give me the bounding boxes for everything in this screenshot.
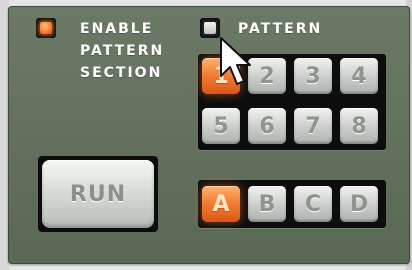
mouse-pointer-icon (220, 37, 251, 85)
enable-label-line-1: ENABLE (80, 21, 154, 37)
bank-key-b[interactable]: B (248, 186, 286, 222)
pattern-key-5[interactable]: 5 (202, 108, 240, 144)
device-panel: ENABLE PATTERN SECTION PATTERN 1 2 3 4 5… (0, 0, 412, 270)
enable-label-line-2: PATTERN (80, 43, 165, 59)
enable-led-indicator (40, 22, 52, 34)
bank-key-d[interactable]: D (340, 186, 378, 222)
run-button[interactable]: RUN (42, 160, 154, 228)
pattern-led-button[interactable] (200, 18, 220, 38)
pattern-key-4[interactable]: 4 (340, 58, 378, 94)
pattern-key-3[interactable]: 3 (294, 58, 332, 94)
pattern-key-8[interactable]: 8 (340, 108, 378, 144)
bank-key-c[interactable]: C (294, 186, 332, 222)
enable-label-line-3: SECTION (80, 65, 163, 81)
bank-key-a[interactable]: A (202, 186, 240, 222)
pattern-key-6[interactable]: 6 (248, 108, 286, 144)
enable-pattern-section-led-button[interactable] (36, 18, 56, 38)
pattern-key-7[interactable]: 7 (294, 108, 332, 144)
pattern-led-indicator (204, 22, 216, 34)
